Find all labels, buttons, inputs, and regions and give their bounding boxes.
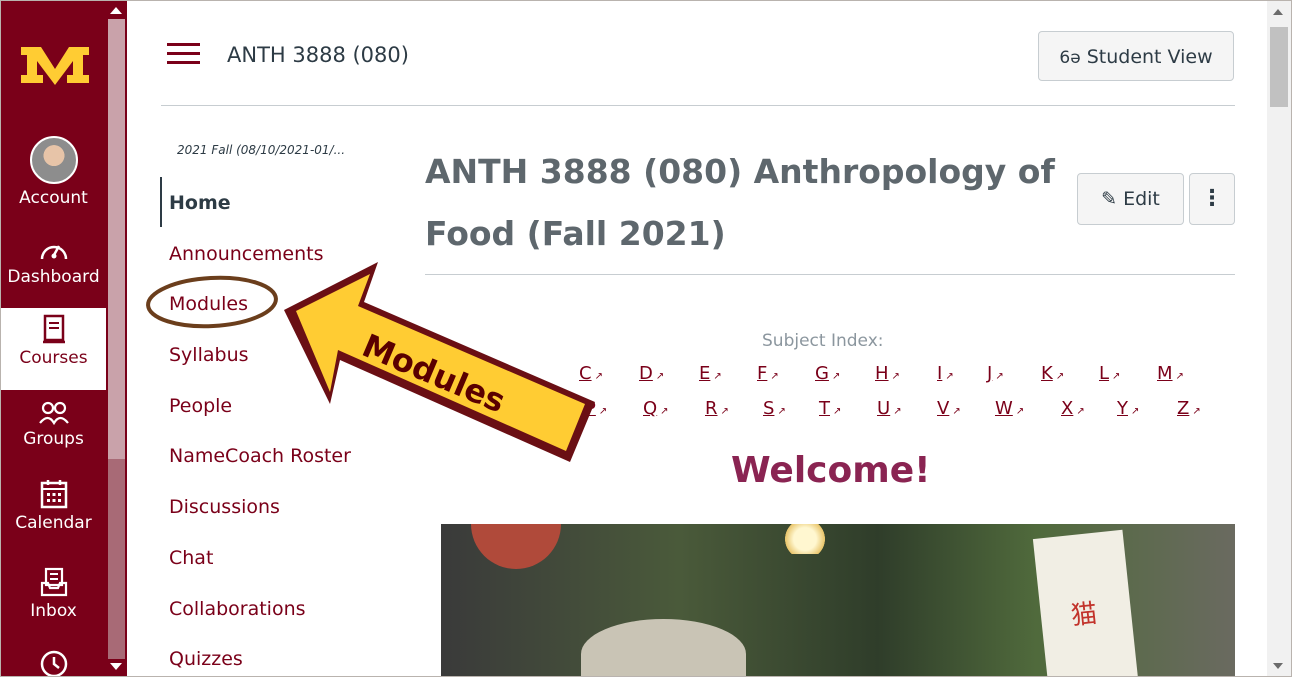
page-title: ANTH 3888 (080) Anthropology of Food (Fa… <box>425 152 1055 253</box>
course-nav-syllabus[interactable]: Syllabus <box>161 333 401 384</box>
subject-letter-link[interactable]: P <box>585 398 607 419</box>
scroll-down-icon[interactable] <box>110 663 122 670</box>
subject-letter-link[interactable]: D <box>639 363 664 384</box>
scroll-thumb[interactable] <box>108 19 125 459</box>
course-nav-home[interactable]: Home <box>160 177 401 232</box>
subject-letter-link[interactable]: Y <box>1117 398 1139 419</box>
course-photo: 猫 <box>441 524 1235 676</box>
scroll-down-icon[interactable] <box>1273 663 1283 669</box>
course-nav: Home Announcements Modules Syllabus Peop… <box>160 177 401 676</box>
university-logo[interactable] <box>21 41 89 87</box>
subject-letter-link[interactable]: U <box>877 398 902 419</box>
student-view-label: Student View <box>1086 46 1213 68</box>
nav-calendar-label: Calendar <box>15 513 92 533</box>
scroll-up-icon[interactable] <box>1273 9 1283 15</box>
breadcrumb[interactable]: ANTH 3888 (080) <box>227 43 409 67</box>
subject-letter-link[interactable]: K <box>1041 363 1064 384</box>
nav-inbox[interactable]: Inbox <box>1 567 106 621</box>
subject-letter-link[interactable]: X <box>1061 398 1085 419</box>
subject-letter-link[interactable]: Z <box>1177 398 1201 419</box>
more-options-button[interactable]: ⋮ <box>1189 173 1235 225</box>
welcome-heading: Welcome! <box>731 450 931 491</box>
course-header: ANTH 3888 (080) 6ə Student View <box>127 1 1267 106</box>
edit-label: Edit <box>1123 188 1160 210</box>
nav-courses[interactable]: Courses <box>1 308 106 390</box>
subject-letter-link[interactable]: R <box>705 398 729 419</box>
calendar-icon <box>40 480 67 509</box>
nav-dashboard[interactable]: Dashboard <box>1 237 106 287</box>
course-nav-announcements[interactable]: Announcements <box>161 232 401 283</box>
nav-calendar[interactable]: Calendar <box>1 479 106 533</box>
photo-lamp <box>781 524 829 554</box>
global-nav-scrollbar[interactable] <box>106 1 127 676</box>
subject-letter-link[interactable]: L <box>1099 363 1120 384</box>
subject-letter-link[interactable]: C <box>579 363 603 384</box>
nav-inbox-label: Inbox <box>30 601 77 621</box>
course-nav-collaborations[interactable]: Collaborations <box>161 587 401 638</box>
page-scrollbar[interactable] <box>1267 1 1291 676</box>
subject-letter-link[interactable]: I <box>937 363 954 384</box>
term-label: 2021 Fall (08/10/2021-01/... <box>177 143 346 157</box>
subject-letter-link[interactable]: W <box>995 398 1024 419</box>
course-nav-namecoach-roster[interactable]: NameCoach Roster <box>161 434 401 485</box>
nav-groups[interactable]: Groups <box>1 401 106 449</box>
subject-letter-link[interactable]: V <box>937 398 961 419</box>
inbox-icon <box>40 567 67 597</box>
avatar <box>29 136 78 184</box>
title-divider <box>425 274 1235 275</box>
subject-letter-link[interactable]: E <box>699 363 722 384</box>
course-nav-chat[interactable]: Chat <box>161 536 401 587</box>
course-nav-quizzes[interactable]: Quizzes <box>161 637 401 676</box>
subject-letter-link[interactable]: Q <box>643 398 669 419</box>
course-nav-discussions[interactable]: Discussions <box>161 485 401 536</box>
subject-letter-link[interactable]: M <box>1157 363 1184 384</box>
subject-letter-link[interactable]: S <box>763 398 786 419</box>
header-divider <box>161 105 1235 106</box>
subject-letter-link[interactable]: F <box>757 363 779 384</box>
pencil-icon: ✎ <box>1101 188 1118 210</box>
scroll-thumb[interactable] <box>1270 27 1288 107</box>
nav-account-label: Account <box>19 188 88 208</box>
scroll-up-icon[interactable] <box>110 7 122 14</box>
subject-letter-link[interactable]: G <box>815 363 840 384</box>
subject-letter-link[interactable]: J <box>987 363 1004 384</box>
courses-icon <box>42 314 65 344</box>
student-view-button[interactable]: 6ə Student View <box>1038 31 1234 81</box>
browser-frame: Account Dashboard Courses Groups Calenda… <box>0 0 1292 677</box>
photo-sign-text: 猫 <box>1069 598 1099 632</box>
global-nav: Account Dashboard Courses Groups Calenda… <box>1 1 106 676</box>
hamburger-menu-icon[interactable] <box>167 43 200 65</box>
nav-courses-label: Courses <box>19 348 88 368</box>
groups-icon <box>38 401 69 425</box>
glasses-icon: 6ə <box>1059 48 1081 68</box>
nav-history[interactable] <box>1 649 106 676</box>
nav-dashboard-label: Dashboard <box>7 267 100 287</box>
course-nav-people[interactable]: People <box>161 384 401 435</box>
course-nav-modules[interactable]: Modules <box>161 282 401 333</box>
nav-groups-label: Groups <box>23 429 84 449</box>
edit-button[interactable]: ✎ Edit <box>1077 173 1184 225</box>
subject-letter-link[interactable]: T <box>819 398 841 419</box>
photo-lantern <box>471 524 561 569</box>
photo-hat <box>581 619 746 676</box>
subject-index-label: Subject Index: <box>762 331 884 351</box>
subject-letter-link[interactable]: H <box>875 363 900 384</box>
history-icon <box>40 650 67 676</box>
photo-sign: 猫 <box>1032 529 1140 676</box>
dashboard-icon <box>40 245 67 260</box>
nav-account[interactable]: Account <box>1 136 106 208</box>
